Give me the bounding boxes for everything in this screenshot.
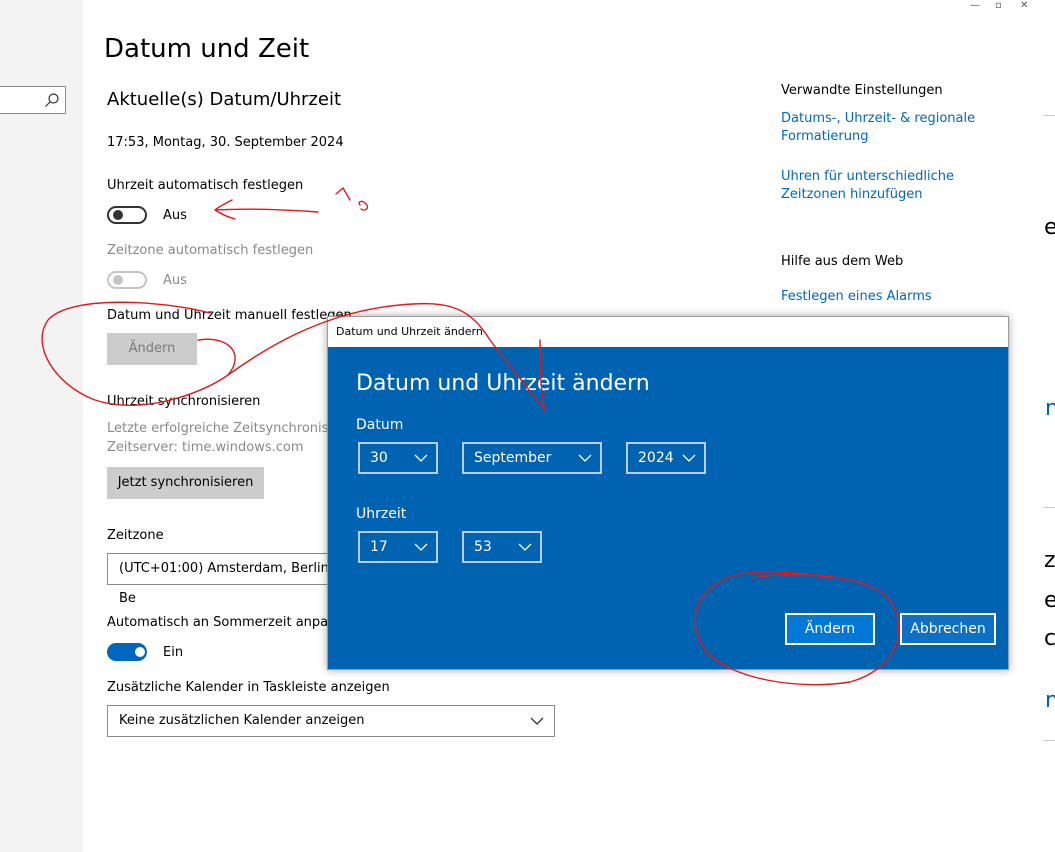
dst-state: Ein xyxy=(163,645,184,660)
dialog-heading: Datum und Uhrzeit ändern xyxy=(356,371,650,396)
partial-link: n xyxy=(1045,396,1055,421)
sync-now-button[interactable]: Jetzt synchronisieren xyxy=(107,467,264,499)
dialog-change-button[interactable]: Ändern xyxy=(785,613,875,645)
chevron-down-icon xyxy=(414,454,428,462)
background-window-edge xyxy=(1043,0,1055,852)
annotation-number-mark xyxy=(335,187,369,211)
manual-change-button[interactable]: Ändern xyxy=(107,333,197,365)
day-dropdown[interactable]: 30 xyxy=(358,442,438,474)
dialog-titlebar: Datum und Uhrzeit ändern xyxy=(328,317,1008,347)
timezone-select[interactable]: (UTC+01:00) Amsterdam, Berlin, Be xyxy=(107,553,337,606)
minute-dropdown[interactable]: 53 xyxy=(462,531,542,563)
auto-time-toggle[interactable] xyxy=(107,206,147,224)
calendar-label: Zusätzliche Kalender in Taskleiste anzei… xyxy=(107,680,390,695)
chevron-down-icon xyxy=(414,543,428,551)
month-dropdown[interactable]: September xyxy=(462,442,602,474)
auto-zone-state: Aus xyxy=(163,273,187,288)
web-help-title: Hilfe aus dem Web xyxy=(781,254,904,269)
chevron-down-icon xyxy=(578,454,592,462)
auto-zone-toggle[interactable] xyxy=(107,271,147,289)
partial-text: z xyxy=(1044,548,1055,573)
divider xyxy=(1043,115,1055,116)
dst-label: Automatisch an Sommerzeit anpass xyxy=(107,615,342,630)
time-label: Uhrzeit xyxy=(356,506,407,522)
change-datetime-dialog: Datum und Uhrzeit ändern Datum und Uhrze… xyxy=(327,316,1009,670)
auto-time-state: Aus xyxy=(163,208,187,223)
chevron-down-icon xyxy=(682,454,696,462)
divider xyxy=(1043,740,1055,741)
hour-value: 17 xyxy=(370,539,388,555)
hour-dropdown[interactable]: 17 xyxy=(358,531,438,563)
current-datetime: 17:53, Montag, 30. September 2024 xyxy=(107,135,344,150)
maximize-icon[interactable]: ▫ xyxy=(995,0,1002,11)
minimize-icon[interactable]: — xyxy=(970,0,980,11)
partial-text: e xyxy=(1044,588,1055,613)
search-icon xyxy=(45,93,59,107)
partial-text: c xyxy=(1044,626,1055,651)
month-value: September xyxy=(474,450,552,466)
auto-time-label: Uhrzeit automatisch festlegen xyxy=(107,178,304,193)
additional-clocks-link[interactable]: Uhren für unterschiedliche Zeitzonen hin… xyxy=(781,168,1021,204)
navigation-pane xyxy=(0,0,83,852)
chevron-down-icon xyxy=(518,543,532,551)
sync-last-info: Letzte erfolgreiche Zeitsynchronisier xyxy=(107,421,346,436)
dst-toggle[interactable] xyxy=(107,643,147,661)
annotation-arrow-toggle xyxy=(214,199,319,220)
divider xyxy=(1043,507,1055,508)
regional-format-link[interactable]: Datums-, Uhrzeit- & regionale Formatieru… xyxy=(781,110,1011,146)
timezone-value: (UTC+01:00) Amsterdam, Berlin, Be xyxy=(119,561,333,606)
partial-text: e xyxy=(1044,215,1055,240)
sync-title: Uhrzeit synchronisieren xyxy=(107,394,261,409)
alarm-help-link[interactable]: Festlegen eines Alarms xyxy=(781,288,932,306)
calendar-value: Keine zusätzlichen Kalender anzeigen xyxy=(119,713,365,728)
year-dropdown[interactable]: 2024 xyxy=(626,442,706,474)
chevron-down-icon xyxy=(530,717,544,725)
search-input[interactable] xyxy=(0,86,66,114)
minute-value: 53 xyxy=(474,539,492,555)
related-settings-title: Verwandte Einstellungen xyxy=(781,83,943,98)
year-value: 2024 xyxy=(638,450,674,466)
dialog-window-title: Datum und Uhrzeit ändern xyxy=(336,325,483,338)
date-label: Datum xyxy=(356,417,404,433)
calendar-select[interactable]: Keine zusätzlichen Kalender anzeigen xyxy=(107,705,555,737)
partial-link: n xyxy=(1045,688,1055,713)
section-title: Aktuelle(s) Datum/Uhrzeit xyxy=(107,89,342,110)
day-value: 30 xyxy=(370,450,388,466)
close-icon[interactable]: ✕ xyxy=(1020,0,1028,11)
manual-datetime-label: Datum und Uhrzeit manuell festlegen xyxy=(107,308,352,323)
dialog-cancel-button[interactable]: Abbrechen xyxy=(900,613,996,645)
timezone-label: Zeitzone xyxy=(107,528,164,543)
auto-zone-label: Zeitzone automatisch festlegen xyxy=(107,243,314,258)
page-title: Datum und Zeit xyxy=(104,34,310,64)
sync-server-info: Zeitserver: time.windows.com xyxy=(107,440,304,455)
